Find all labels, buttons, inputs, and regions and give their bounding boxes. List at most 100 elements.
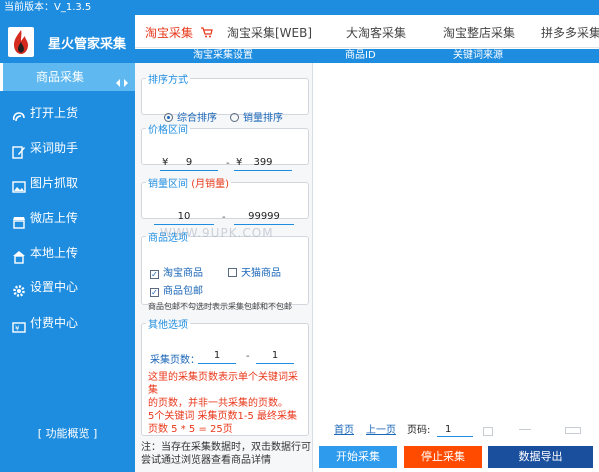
pagination: 首页 上一页 页码: 1 (313, 423, 599, 439)
sidebar-item-local-upload[interactable]: 本地上传 (0, 239, 135, 267)
column-header-source: 关键词来源 (453, 50, 503, 61)
page-from-input[interactable]: 1 (198, 348, 236, 364)
range-separator: - (222, 212, 226, 223)
page-input[interactable]: 1 (437, 423, 473, 437)
upload-icon (12, 106, 26, 122)
export-data-button[interactable]: 数据导出 (488, 446, 593, 468)
settings-header: 淘宝采集设置 (193, 50, 253, 61)
version-bar: 当前版本：V_1.3.5 (0, 0, 599, 15)
price-max-value: 399 (253, 157, 273, 168)
app-header: 星火管家采集 (0, 27, 135, 57)
tab-datao[interactable]: 大淘客采集 (346, 15, 406, 48)
range-separator: - (226, 158, 230, 169)
tab-taobao-web[interactable]: 淘宝采集[WEB] (227, 15, 312, 48)
tab-label: 淘宝采集 (145, 26, 194, 40)
sales-legend: 销量区间 (月销量) (146, 175, 231, 190)
sidebar-item-label: 设置中心 (30, 280, 79, 294)
pages-note: 这里的采集页数表示单个关键词采集 的页数，并非一共采集的页数。 5个关键词 采集… (148, 371, 306, 436)
page-label: 页码: (407, 425, 431, 436)
note-line: 这里的采集页数表示单个关键词采集 (148, 372, 298, 396)
shipping-hint: 商品包邮不勾选时表示采集包邮和不包邮 (148, 302, 292, 311)
app-title: 星火管家采集 (48, 37, 127, 52)
tab-taobao-shop[interactable]: 淘宝整店采集 (443, 15, 515, 48)
first-page-link[interactable]: 首页 (334, 423, 354, 439)
prev-page-link[interactable]: 上一页 (366, 423, 396, 439)
edit-icon (12, 141, 26, 159)
pages-label: 采集页数： (150, 355, 200, 366)
store-icon (12, 211, 26, 229)
checkbox-checked-icon: ✓ (150, 288, 159, 297)
sidebar-item-payment[interactable]: ¥ 付费中心 (0, 309, 135, 337)
sales-group: 销量区间 (月销量) 10 - 99999 (141, 175, 309, 225)
image-icon (12, 176, 26, 193)
payment-icon: ¥ (12, 316, 26, 333)
sales-legend-note: (月销量) (191, 179, 229, 190)
column-header-id: 商品ID (345, 50, 376, 61)
sort-legend: 排序方式 (148, 75, 188, 86)
sidebar-item-settings[interactable]: 设置中心 (0, 273, 135, 301)
page-from-value: 1 (213, 350, 221, 361)
note-line: 页数 5 * 5 = 25页 (148, 424, 233, 435)
product-options-group: 商品选项 ✓ 淘宝商品 天猫商品 ✓ 商品包邮 商品包邮不勾选时表示采集包邮和不包邮 (141, 229, 309, 311)
page-go-icon[interactable] (483, 427, 493, 436)
price-min-input[interactable]: ¥ 9 (160, 155, 218, 171)
version-label: 当前版本：V_1.3.5 (4, 2, 92, 13)
checkbox-tmall[interactable]: 天猫商品 (228, 264, 281, 279)
checkbox-label: 商品包邮 (163, 286, 203, 297)
note-line: 5个关键词 采集页数1-5 最终采集 (148, 411, 298, 422)
checkbox-label: 淘宝商品 (163, 268, 203, 279)
svg-text:¥: ¥ (15, 325, 20, 333)
sidebar-item-weidian[interactable]: 微店上传 (0, 204, 135, 232)
page-to-input[interactable]: 1 (256, 348, 294, 364)
sidebar-item-label: 图片抓取 (30, 176, 79, 190)
shop-icon (12, 246, 26, 264)
stop-collect-button[interactable]: 停止采集 (404, 446, 482, 468)
sales-min-input[interactable]: 10 (154, 209, 214, 225)
start-collect-button[interactable]: 开始采集 (319, 446, 397, 468)
sales-max-value: 99999 (248, 211, 280, 222)
tab-bar: 淘宝采集 淘宝采集[WEB] 大淘客采集 淘宝整店采集 拼多多采集 (135, 15, 599, 48)
tab-taobao[interactable]: 淘宝采集 (145, 15, 213, 48)
sales-legend-text: 销量区间 (148, 179, 188, 190)
sales-min-value: 10 (177, 211, 191, 222)
page-to-value: 1 (271, 350, 279, 361)
sidebar-item-label: 商品采集 (36, 70, 85, 84)
sidebar-item-upload[interactable]: 打开上货 (0, 99, 135, 127)
subheader-bar: 淘宝采集设置 商品ID 关键词来源 (135, 49, 599, 63)
sidebar-item-words[interactable]: 采词助手 (0, 134, 135, 162)
price-legend: 价格区间 (148, 125, 188, 136)
checkbox-free-shipping[interactable]: ✓ 商品包邮 (150, 282, 203, 297)
sidebar-item-label: 微店上传 (30, 211, 79, 225)
cart-icon (200, 27, 213, 38)
sidebar-item-label: 采词助手 (30, 141, 79, 155)
other-options-legend: 其他选项 (148, 320, 188, 331)
flame-logo-icon (14, 30, 28, 54)
price-min-value: 9 (185, 157, 193, 168)
note-line: 的页数，并非一共采集的页数。 (148, 398, 288, 409)
app-logo (8, 27, 34, 57)
settings-panel: 排序方式 综合排序 销量排序 价格区间 ¥ 9 - ¥ 399 销量区间 (月销… (135, 63, 313, 472)
feature-overview-link[interactable]: [ 功能概览 ] (0, 425, 135, 441)
range-separator: - (246, 351, 250, 362)
checkbox-taobao[interactable]: ✓ 淘宝商品 (150, 264, 203, 279)
sidebar-item-label: 本地上传 (30, 246, 79, 260)
gear-icon (12, 280, 26, 297)
footnote-line: 注：当存在采集数据时，双击数据行可 (141, 442, 311, 453)
checkbox-unchecked-icon (228, 268, 237, 277)
other-options-group: 其他选项 采集页数： 1 - 1 这里的采集页数表示单个关键词采集 的页数，并非… (141, 316, 309, 436)
checkbox-label: 天猫商品 (241, 268, 281, 279)
sidebar-item-label: 付费中心 (30, 316, 79, 330)
collapse-arrows-icon[interactable] (115, 71, 129, 87)
tab-pinduoduo[interactable]: 拼多多采集 (541, 15, 599, 48)
sidebar-item-collect[interactable]: 商品采集 (0, 63, 135, 91)
checkbox-checked-icon: ✓ (150, 270, 159, 279)
footnote: 注：当存在采集数据时，双击数据行可 尝试通过浏览器查看商品详情 (141, 441, 311, 467)
results-table[interactable] (313, 63, 599, 423)
divider (519, 429, 531, 430)
sort-group: 排序方式 综合排序 销量排序 (141, 71, 309, 124)
page-size-icon[interactable] (565, 427, 581, 434)
sidebar-item-images[interactable]: 图片抓取 (0, 169, 135, 197)
sidebar: 星火管家采集 商品采集 打开上货 采词助手 图片抓取 微店上传 本地上传 设置中… (0, 15, 135, 472)
price-max-input[interactable]: ¥ 399 (234, 155, 292, 171)
sales-max-input[interactable]: 99999 (234, 209, 294, 225)
